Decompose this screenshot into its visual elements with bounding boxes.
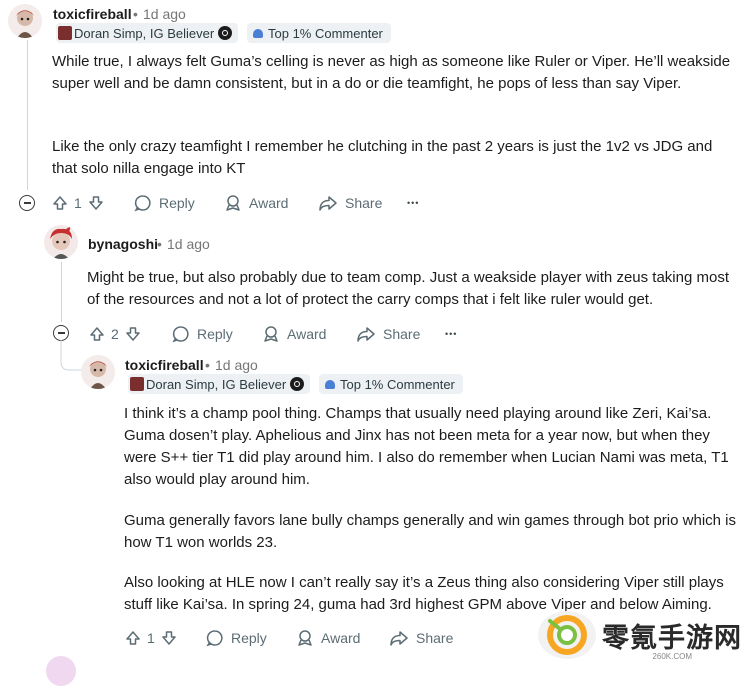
award-icon [226,195,240,211]
avatar[interactable] [8,4,42,38]
vote-count: 1 [147,630,155,646]
user-flair: Doran Simp, IG Believer [56,23,239,43]
award-label: Award [321,630,361,646]
achievement-icon [253,28,263,38]
avatar[interactable] [81,355,115,389]
downvote-icon[interactable] [88,195,104,211]
share-icon [390,631,408,646]
more-options-button[interactable]: ••• [445,328,457,340]
award-icon [298,630,312,646]
timestamp[interactable]: 1d ago [143,6,186,22]
vote-controls: 1 [125,628,177,648]
watermark-logo-icon [538,611,596,659]
flair-image-icon [130,377,144,391]
separator-dot: • [205,357,210,373]
user-flair: Doran Simp, IG Believer [128,374,311,394]
comment-paragraph: While true, I always felt Guma’s celling… [52,53,731,92]
avatar[interactable] [44,225,78,259]
commenter-badge: Top 1% Commenter [247,23,391,43]
badge-text: Top 1% Commenter [268,25,383,41]
comment-paragraph: I think it’s a champ pool thing. Champs … [124,405,729,488]
flair-image-icon [58,26,72,40]
username[interactable]: toxicfireball [53,6,132,22]
thread-line [27,40,28,190]
timestamp[interactable]: 1d ago [215,357,258,373]
timestamp[interactable]: 1d ago [167,236,210,252]
upvote-icon[interactable] [89,326,105,342]
comment-paragraph: Also looking at HLE now I can’t really s… [124,574,724,613]
comment-bubble-icon [134,195,151,212]
upvote-icon[interactable] [125,630,141,646]
upvote-icon[interactable] [52,195,68,211]
watermark-text: 零氪手游网 [602,622,742,654]
downvote-icon[interactable] [161,630,177,646]
vote-count: 2 [111,326,119,342]
more-options-button[interactable]: ••• [407,197,419,209]
award-button[interactable]: Award [224,193,288,213]
comment-bubble-icon [172,326,189,343]
thread-line [61,262,62,322]
downvote-icon[interactable] [125,326,141,342]
reply-button[interactable]: Reply [134,193,195,213]
share-button[interactable]: Share [389,628,453,648]
vote-controls: 1 [52,193,104,213]
username[interactable]: toxicfireball [125,357,204,373]
share-icon [357,327,375,342]
share-button[interactable]: Share [356,324,420,344]
vote-count: 1 [74,195,82,211]
reply-button[interactable]: Reply [206,628,267,648]
flair-emblem-icon [218,26,233,40]
achievement-icon [325,379,335,389]
reply-button[interactable]: Reply [172,324,233,344]
share-label: Share [345,195,383,211]
flair-emblem-icon [290,377,305,391]
badge-text: Top 1% Commenter [340,376,455,392]
reply-label: Reply [197,326,233,342]
watermark-subtext: 260K.COM [652,652,692,661]
award-button[interactable]: Award [296,628,360,648]
collapse-thread-button[interactable] [19,195,35,211]
vote-controls: 2 [89,324,141,344]
reply-label: Reply [159,195,195,211]
reply-label: Reply [231,630,267,646]
share-label: Share [383,326,421,342]
watermark: 零氪手游网 [538,611,742,659]
comment-paragraph: Guma generally favors lane bully champs … [124,512,736,551]
flair-text: Doran Simp, IG Believer [146,376,287,392]
collapse-thread-button[interactable] [53,325,69,341]
username[interactable]: bynagoshi [88,236,158,252]
flair-text: Doran Simp, IG Believer [74,25,215,41]
avatar[interactable] [46,656,76,686]
share-label: Share [416,630,454,646]
award-label: Award [287,326,327,342]
award-button[interactable]: Award [262,324,326,344]
award-icon [264,326,278,342]
comment-paragraph: Like the only crazy teamfight I remember… [52,138,713,177]
separator-dot: • [133,6,138,22]
award-label: Award [249,195,289,211]
share-button[interactable]: Share [318,193,382,213]
commenter-badge: Top 1% Commenter [319,374,463,394]
share-icon [319,196,337,211]
separator-dot: • [157,236,162,252]
comment-bubble-icon [206,630,223,647]
comment-paragraph: Might be true, but also probably due to … [87,269,729,308]
